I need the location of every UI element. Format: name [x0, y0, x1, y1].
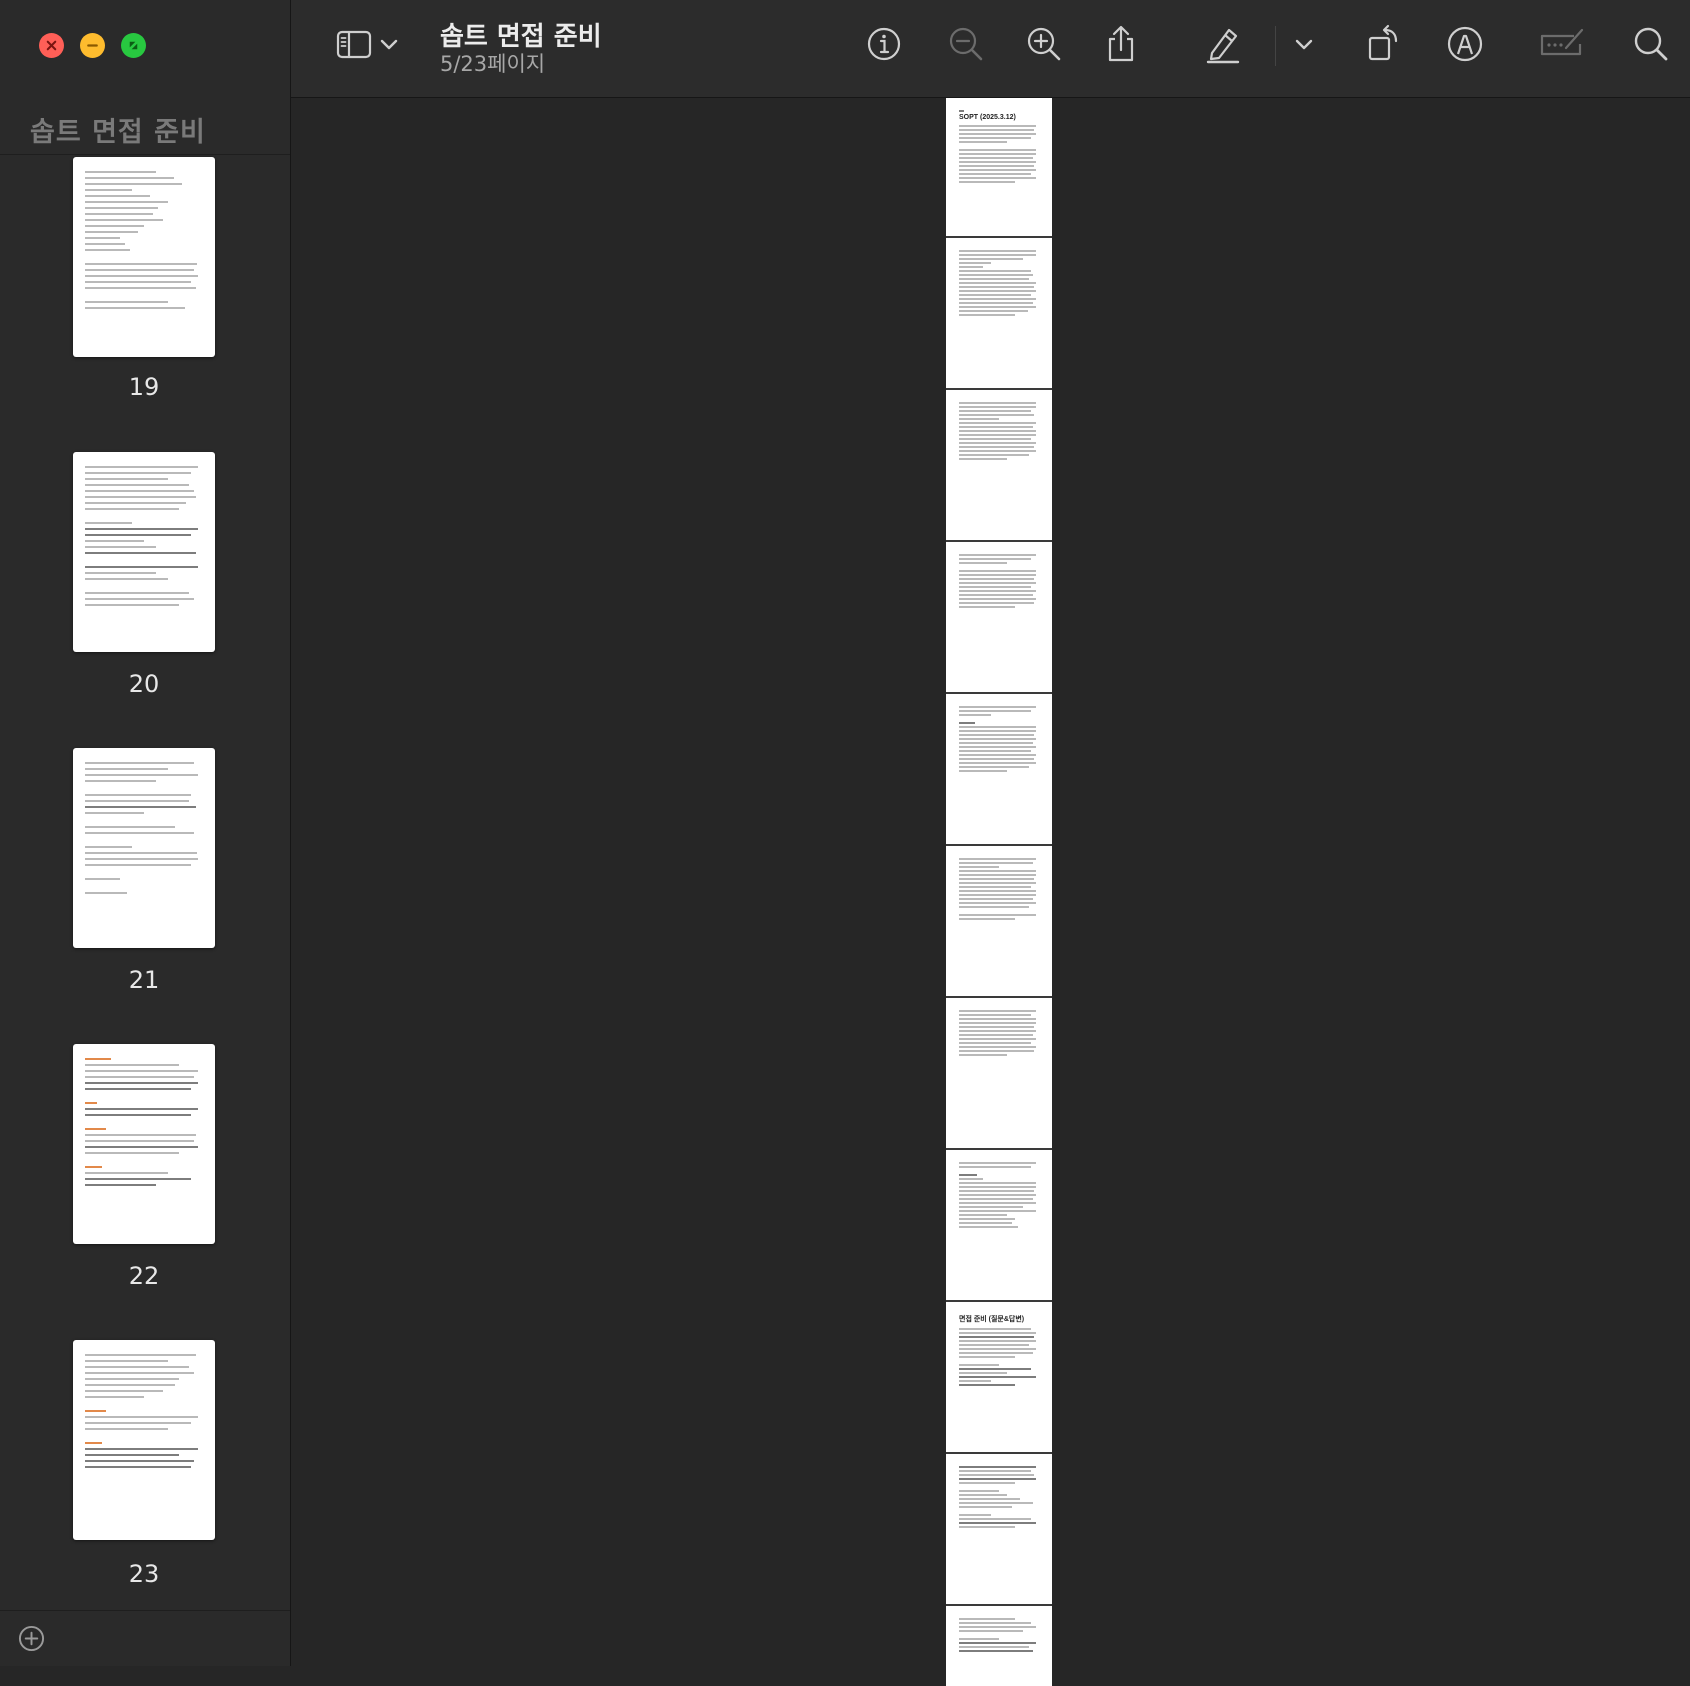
toolbar: 솝트 면접 준비 5/23페이지: [291, 0, 1690, 98]
page-thumbnail-23[interactable]: [73, 1340, 215, 1540]
document-view[interactable]: SOPT (2025.3.12) 면접 준비 (질문&답변): [291, 98, 1690, 1686]
document-page[interactable]: [946, 694, 1052, 846]
sidebar: 솝트 면접 준비 19 20 21 22 23: [0, 0, 291, 1666]
zoom-icon[interactable]: [121, 33, 146, 58]
document-page[interactable]: [946, 238, 1052, 390]
page-thumbnail-19[interactable]: [73, 157, 215, 357]
highlight-pen-icon[interactable]: [1203, 24, 1243, 64]
document-page[interactable]: [946, 390, 1052, 542]
chevron-down-icon[interactable]: [1291, 24, 1317, 64]
document-page[interactable]: [946, 1454, 1052, 1606]
sidebar-divider: [0, 154, 290, 155]
page-thumbnail-20[interactable]: [73, 452, 215, 652]
thumbnail-page-number: 20: [128, 670, 160, 698]
document-page[interactable]: 면접 준비 (질문&답변): [946, 1302, 1052, 1454]
sidebar-toggle-icon[interactable]: [334, 24, 374, 64]
document-page[interactable]: [946, 998, 1052, 1150]
document-page[interactable]: [946, 1150, 1052, 1302]
minimize-icon[interactable]: [80, 33, 105, 58]
search-icon[interactable]: [1631, 24, 1671, 64]
thumbnail-page-number: 21: [128, 966, 160, 994]
document-heading: 면접 준비 (질문&답변): [959, 1316, 1025, 1323]
document-page[interactable]: SOPT (2025.3.12): [946, 98, 1052, 238]
document-page[interactable]: [946, 846, 1052, 998]
rotate-icon[interactable]: [1363, 24, 1403, 64]
thumbnail-page-number: 23: [128, 1560, 160, 1588]
form-fill-icon[interactable]: [1536, 24, 1586, 64]
zoom-out-icon[interactable]: [946, 24, 986, 64]
chevron-down-icon[interactable]: [376, 24, 402, 64]
info-icon[interactable]: [864, 24, 904, 64]
document-page[interactable]: [946, 1606, 1052, 1686]
thumbnail-page-number: 22: [128, 1262, 160, 1290]
close-icon[interactable]: [39, 33, 64, 58]
page-thumbnail-21[interactable]: [73, 748, 215, 948]
markup-icon[interactable]: [1445, 24, 1485, 64]
sidebar-title: 솝트 면접 준비: [30, 117, 206, 148]
toolbar-separator: [1275, 26, 1276, 66]
document-page[interactable]: [946, 542, 1052, 694]
plus-circle-icon[interactable]: [18, 1625, 45, 1652]
page-thumbnail-22[interactable]: [73, 1044, 215, 1244]
page-indicator: 5/23페이지: [440, 52, 546, 76]
document-heading: SOPT (2025.3.12): [959, 114, 1016, 121]
thumbnail-page-number: 19: [128, 373, 160, 401]
zoom-in-icon[interactable]: [1024, 24, 1064, 64]
share-icon[interactable]: [1101, 24, 1141, 64]
window-controls: [39, 33, 146, 58]
sidebar-footer: [0, 1610, 290, 1666]
